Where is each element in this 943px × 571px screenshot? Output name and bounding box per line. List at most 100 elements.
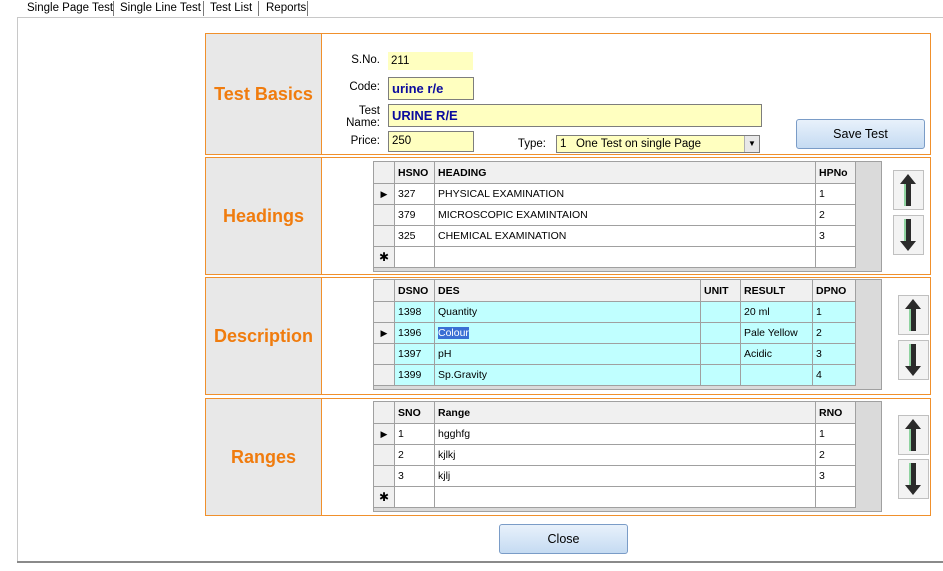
table-row[interactable]: ▶ 1396 Colour Pale Yellow 2 [373, 322, 856, 344]
table-cell[interactable]: 327 [394, 183, 435, 205]
table-cell[interactable]: 1397 [394, 343, 435, 365]
row-selector[interactable] [373, 364, 395, 386]
ranges-panel: Ranges SNO Range RNO ▶ 1 hgghfg 1 2 kjlk… [205, 398, 931, 516]
table-cell[interactable] [700, 364, 741, 386]
table-row[interactable]: 1399 Sp.Gravity 4 [373, 364, 856, 386]
tab-test-list[interactable]: Test List [207, 0, 255, 16]
selected-cell-text[interactable]: Colour [438, 327, 469, 339]
table-row[interactable]: 379 MICROSCOPIC EXAMINTAION 2 [373, 204, 856, 226]
table-cell[interactable]: 2 [815, 204, 856, 226]
move-down-button[interactable] [898, 340, 929, 380]
table-row[interactable]: ▶ 1 hgghfg 1 [373, 423, 856, 445]
move-up-button[interactable] [898, 295, 929, 335]
tab-single-page-test[interactable]: Single Page Test [24, 0, 117, 16]
table-cell[interactable]: 2 [812, 322, 856, 344]
table-cell[interactable]: 2 [394, 444, 435, 466]
row-selector[interactable] [373, 204, 395, 226]
column-header[interactable]: SNO [394, 401, 435, 424]
column-header[interactable]: HSNO [394, 161, 435, 184]
table-cell[interactable]: CHEMICAL EXAMINATION [434, 225, 816, 247]
table-cell[interactable]: 1396 [394, 322, 435, 344]
table-cell[interactable] [434, 246, 816, 268]
column-header[interactable]: RNO [815, 401, 856, 424]
move-up-button[interactable] [898, 415, 929, 455]
row-pointer-icon[interactable]: ▶ [373, 183, 395, 205]
table-cell[interactable]: Colour [434, 322, 701, 344]
tab-reports[interactable]: Reports [263, 0, 309, 16]
new-row-icon[interactable]: ✱ [373, 486, 395, 508]
table-cell[interactable]: 325 [394, 225, 435, 247]
column-header[interactable]: UNIT [700, 279, 741, 302]
table-cell[interactable]: 4 [812, 364, 856, 386]
column-header[interactable]: DES [434, 279, 701, 302]
column-header[interactable]: DSNO [394, 279, 435, 302]
table-cell[interactable]: 3 [815, 225, 856, 247]
table-cell[interactable]: 2 [815, 444, 856, 466]
chevron-down-icon[interactable]: ▼ [744, 136, 759, 152]
table-row[interactable]: 2 kjlkj 2 [373, 444, 856, 466]
row-selector[interactable] [373, 301, 395, 323]
table-cell[interactable]: 1 [815, 423, 856, 445]
table-cell[interactable]: Quantity [434, 301, 701, 323]
table-cell[interactable] [394, 486, 435, 508]
table-cell[interactable]: MICROSCOPIC EXAMINTAION [434, 204, 816, 226]
table-cell[interactable]: Pale Yellow [740, 322, 813, 344]
move-down-button[interactable] [898, 459, 929, 499]
new-row-icon[interactable]: ✱ [373, 246, 395, 268]
test-name-input[interactable]: URINE R/E [388, 104, 762, 127]
table-cell[interactable]: Acidic [740, 343, 813, 365]
table-row[interactable]: 325 CHEMICAL EXAMINATION 3 [373, 225, 856, 247]
table-cell[interactable] [394, 246, 435, 268]
table-cell[interactable]: 3 [812, 343, 856, 365]
table-row[interactable]: 3 kjlj 3 [373, 465, 856, 487]
type-select[interactable]: 1 One Test on single Page ▼ [556, 135, 760, 153]
table-cell[interactable]: 20 ml [740, 301, 813, 323]
price-input[interactable]: 250 [388, 131, 474, 152]
table-cell[interactable] [740, 364, 813, 386]
table-cell[interactable]: 1 [812, 301, 856, 323]
move-down-button[interactable] [893, 215, 924, 255]
table-cell[interactable]: 3 [394, 465, 435, 487]
table-cell[interactable]: 1399 [394, 364, 435, 386]
column-header[interactable]: HPNo [815, 161, 856, 184]
row-selector[interactable] [373, 225, 395, 247]
table-cell[interactable]: Sp.Gravity [434, 364, 701, 386]
row-pointer-icon[interactable]: ▶ [373, 322, 395, 344]
table-cell[interactable]: kjlkj [434, 444, 816, 466]
table-cell[interactable]: 379 [394, 204, 435, 226]
code-input[interactable]: urine r/e [388, 77, 474, 100]
new-row[interactable]: ✱ [373, 246, 856, 268]
column-header[interactable]: HEADING [434, 161, 816, 184]
table-cell[interactable]: 1398 [394, 301, 435, 323]
tab-single-line-test[interactable]: Single Line Test [117, 0, 204, 16]
move-up-button[interactable] [893, 170, 924, 210]
new-row[interactable]: ✱ [373, 486, 856, 508]
table-cell[interactable] [434, 486, 816, 508]
row-selector[interactable] [373, 465, 395, 487]
table-cell[interactable]: 3 [815, 465, 856, 487]
row-pointer-icon[interactable]: ▶ [373, 423, 395, 445]
column-header[interactable]: DPNO [812, 279, 856, 302]
table-cell[interactable] [700, 301, 741, 323]
table-cell[interactable] [700, 343, 741, 365]
table-row[interactable]: ▶ 327 PHYSICAL EXAMINATION 1 [373, 183, 856, 205]
row-selector[interactable] [373, 444, 395, 466]
table-cell[interactable]: 1 [815, 183, 856, 205]
close-button[interactable]: Close [499, 524, 628, 554]
save-test-button[interactable]: Save Test [796, 119, 925, 149]
headings-panel: Headings HSNO HEADING HPNo ▶ 327 PHYSICA… [205, 157, 931, 275]
table-row[interactable]: 1398 Quantity 20 ml 1 [373, 301, 856, 323]
table-cell[interactable] [815, 486, 856, 508]
table-cell[interactable]: kjlj [434, 465, 816, 487]
table-cell[interactable]: pH [434, 343, 701, 365]
table-cell[interactable]: hgghfg [434, 423, 816, 445]
row-selector[interactable] [373, 343, 395, 365]
table-cell[interactable] [815, 246, 856, 268]
sno-field[interactable]: 211 [388, 52, 473, 70]
table-cell[interactable]: PHYSICAL EXAMINATION [434, 183, 816, 205]
table-row[interactable]: 1397 pH Acidic 3 [373, 343, 856, 365]
column-header[interactable]: RESULT [740, 279, 813, 302]
table-cell[interactable] [700, 322, 741, 344]
table-cell[interactable]: 1 [394, 423, 435, 445]
column-header[interactable]: Range [434, 401, 816, 424]
